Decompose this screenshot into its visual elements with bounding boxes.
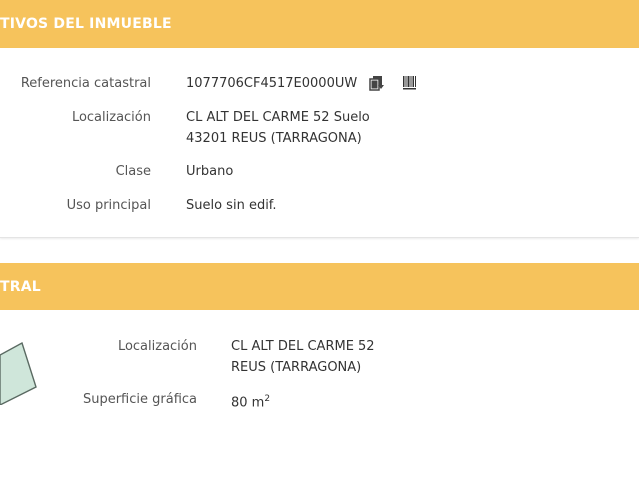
section-title: TRAL bbox=[0, 279, 41, 295]
localizacion-line1: CL ALT DEL CARME 52 Suelo bbox=[186, 110, 370, 125]
section-title: TIVOS DEL INMUEBLE bbox=[0, 16, 172, 32]
superficie-value: 80 m2 bbox=[231, 389, 270, 413]
field-referencia-catastral: Referencia catastral 1077706CF4517E0000U… bbox=[0, 73, 639, 95]
page: TIVOS DEL INMUEBLE Referencia catastral … bbox=[0, 0, 639, 480]
field-label: Superficie gráfica bbox=[82, 392, 197, 407]
field-label: Referencia catastral bbox=[20, 76, 151, 91]
barcode-icon[interactable] bbox=[402, 75, 418, 91]
copy-icon[interactable] bbox=[369, 75, 385, 91]
section-header-parcela-catastral[interactable]: TRAL bbox=[0, 263, 639, 310]
field-localizacion: Localización CL ALT DEL CARME 52 Suelo 4… bbox=[0, 107, 639, 151]
section-body-parcela: Localización CL ALT DEL CARME 52 REUS (T… bbox=[0, 310, 639, 480]
section-header-datos-descriptivos[interactable]: TIVOS DEL INMUEBLE bbox=[0, 0, 639, 48]
field-localizacion-parcela: Localización CL ALT DEL CARME 52 REUS (T… bbox=[0, 336, 639, 380]
localizacion-value: CL ALT DEL CARME 52 Suelo 43201 REUS (TA… bbox=[186, 107, 370, 149]
referencia-value[interactable]: 1077706CF4517E0000UW bbox=[186, 73, 357, 94]
field-clase: Clase Urbano bbox=[0, 161, 639, 183]
localizacion-line1: CL ALT DEL CARME 52 bbox=[231, 339, 375, 354]
section-body-datos-descriptivos: Referencia catastral 1077706CF4517E0000U… bbox=[0, 48, 639, 238]
field-uso-principal: Uso principal Suelo sin edif. bbox=[0, 195, 639, 217]
field-superficie-grafica: Superficie gráfica 80 m2 bbox=[0, 389, 639, 411]
uso-value: Suelo sin edif. bbox=[186, 198, 277, 213]
localizacion-line2: REUS (TARRAGONA) bbox=[231, 360, 362, 375]
localizacion-line2: 43201 REUS (TARRAGONA) bbox=[186, 131, 362, 146]
field-label: Clase bbox=[115, 164, 151, 179]
clase-value: Urbano bbox=[186, 164, 234, 179]
field-label: Localización bbox=[71, 110, 151, 125]
field-label: Localización bbox=[117, 339, 197, 354]
superficie-unit-exponent: 2 bbox=[264, 394, 271, 404]
localizacion-parcela-value: CL ALT DEL CARME 52 REUS (TARRAGONA) bbox=[231, 336, 375, 378]
superficie-number: 80 m bbox=[231, 395, 265, 411]
field-label: Uso principal bbox=[66, 198, 151, 213]
